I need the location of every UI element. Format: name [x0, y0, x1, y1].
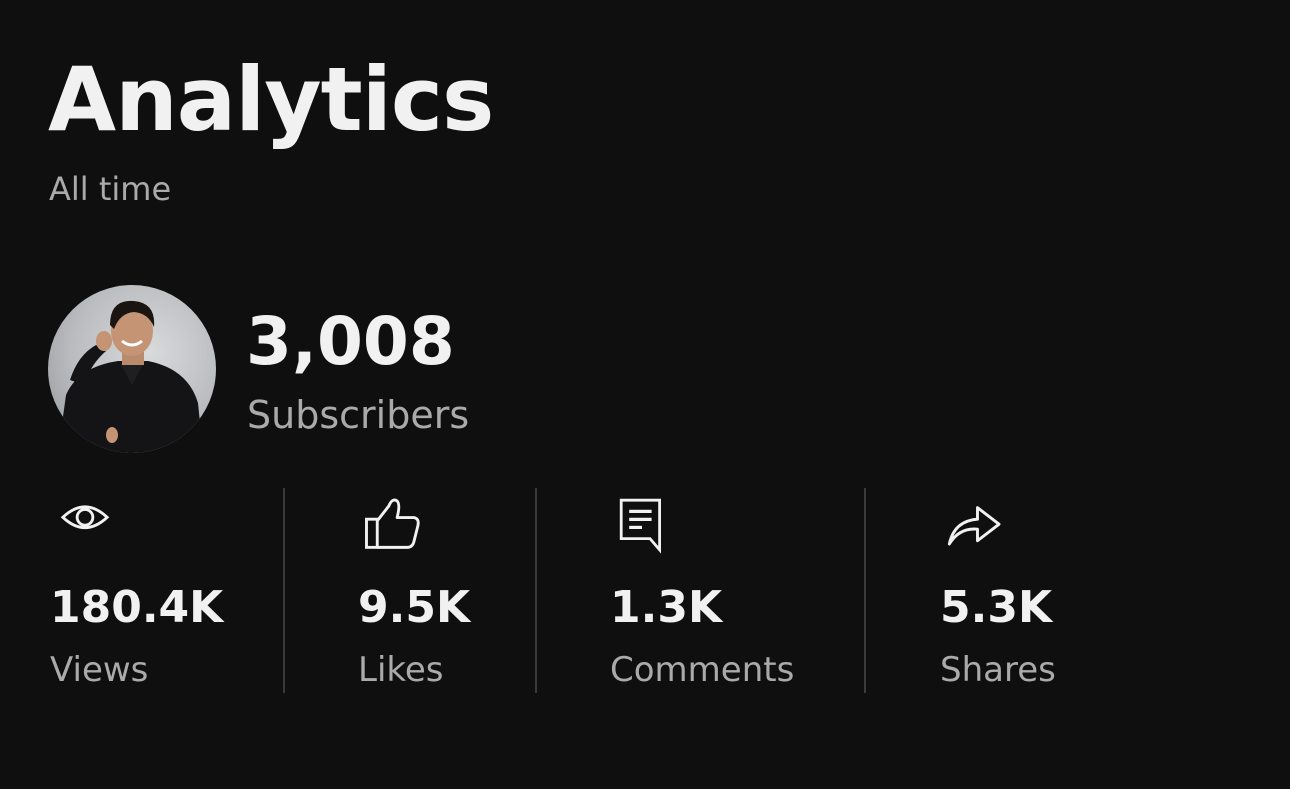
stat-shares[interactable]: 5.3K Shares [940, 488, 1140, 693]
views-value: 180.4K [50, 582, 224, 633]
eye-icon [60, 505, 110, 530]
likes-label: Likes [358, 650, 444, 690]
time-range-label: All time [49, 170, 172, 208]
comments-value: 1.3K [610, 582, 723, 633]
subscriber-label: Subscribers [247, 393, 470, 437]
views-label: Views [50, 650, 149, 690]
comment-icon [619, 498, 661, 554]
stat-comments[interactable]: 1.3K Comments [610, 488, 850, 693]
divider [535, 488, 537, 693]
shares-value: 5.3K [940, 582, 1053, 633]
channel-avatar[interactable] [48, 285, 216, 453]
page-title: Analytics [48, 48, 494, 151]
thumbs-up-icon [365, 498, 420, 549]
comments-label: Comments [610, 650, 795, 690]
stat-likes[interactable]: 9.5K Likes [358, 488, 528, 693]
analytics-page: Analytics All time 3,008 Subscribers 180… [0, 0, 1290, 789]
divider [283, 488, 285, 693]
likes-value: 9.5K [358, 582, 471, 633]
avatar-photo [58, 300, 203, 453]
divider [864, 488, 866, 693]
stat-views[interactable]: 180.4K Views [50, 488, 270, 693]
share-icon [947, 506, 1001, 546]
shares-label: Shares [940, 650, 1056, 690]
subscriber-count: 3,008 [246, 303, 455, 380]
